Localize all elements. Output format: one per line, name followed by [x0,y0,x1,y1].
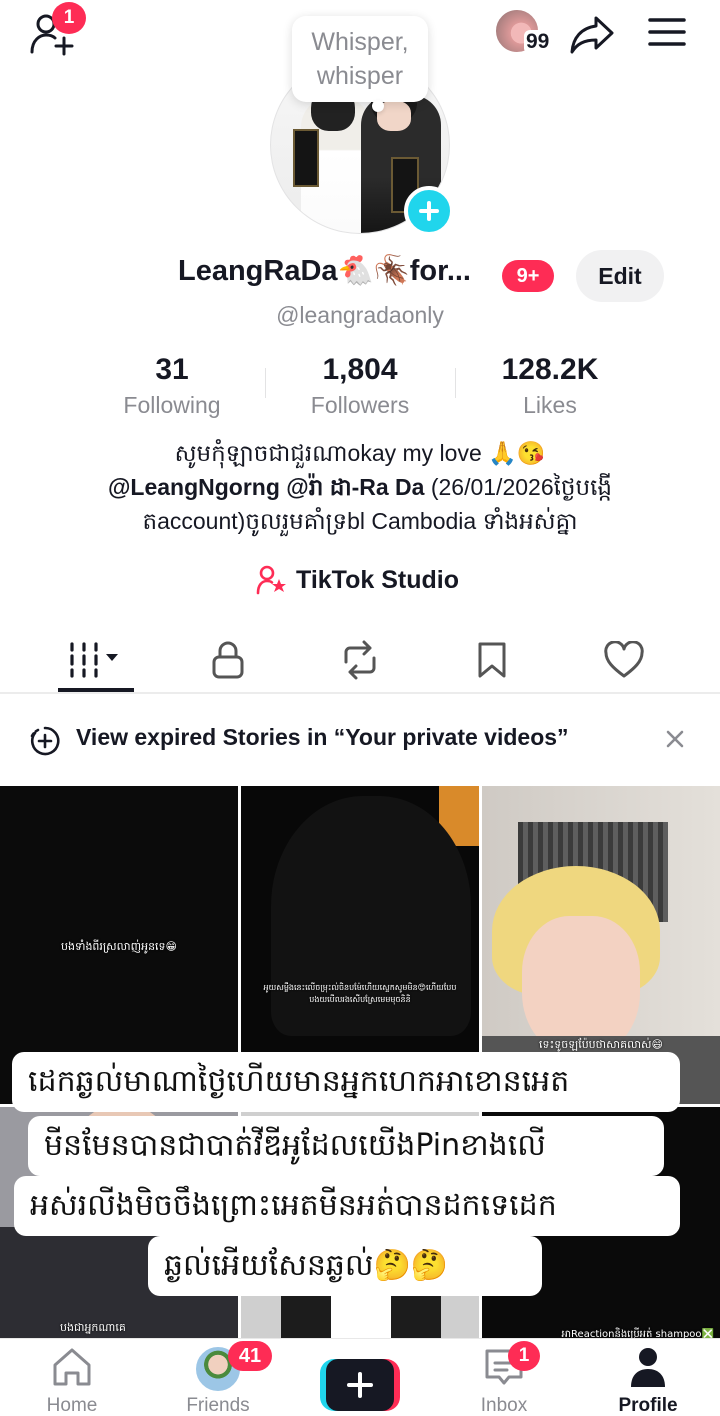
creator-star-icon [256,565,286,595]
home-icon [53,1348,91,1386]
video-caption: អូយសម្លឹងនេះលើចម្រុះល់ចិនបម៉ែហើយស្ទេកសូម… [263,983,457,1004]
profile-tabs [0,622,720,694]
nav-profile-label: Profile [618,1395,678,1416]
expired-stories-banner[interactable]: View expired Stories in “Your private vi… [0,696,720,786]
followers-label: Followers [310,392,410,418]
menu-button[interactable] [646,14,688,50]
plus-icon [326,1359,394,1411]
following-count: 31 [155,353,189,386]
stat-following[interactable]: 31 Following [82,352,262,420]
profile-viewers-count: 99 [524,30,552,54]
share-button[interactable] [568,12,616,56]
nav-friends[interactable]: 41 Friends [158,1339,278,1416]
profile-note-text: Whisper, whisper [311,28,409,90]
add-story-button[interactable] [404,186,454,236]
friends-badge: 41 [228,1341,272,1371]
profile-icon [631,1348,665,1387]
tab-private[interactable] [188,632,268,688]
likes-count: 128.2K [501,353,599,386]
bio-text: (26/01/2026ថ្ងៃបង្កើ [424,474,613,500]
display-name: LeangRaDa🐔🪳for... [178,255,471,287]
bio-line: សូមកុំឡាចជាជួរណាokay my love 🙏😘 [174,440,546,466]
bio-line: តaccount)ចូលរួមគាំទ្រbl Cambodia ទាំងអស់… [142,508,578,534]
inbox-badge: 1 [508,1341,540,1371]
bottom-navigation: Home 41 Friends 1 Inbox Profile [0,1338,720,1416]
bio-mentions[interactable]: @LeangNgorng @រ៉ា ដា-Ra Da [108,474,424,500]
lock-icon [212,641,244,679]
heart-icon [604,641,644,678]
nav-home-label: Home [46,1395,98,1416]
grid-columns-icon [70,642,118,678]
add-friend-button[interactable]: 1 [28,2,86,56]
name-badge[interactable]: 9+ [502,260,554,292]
active-tab-indicator [58,688,134,692]
hamburger-menu-icon [648,18,686,46]
note-bubble-tail [372,100,384,112]
create-button[interactable] [320,1359,400,1411]
bookmark-icon [478,642,506,678]
overlay-line: ឆ្ងល់អើយសែនឆ្ងល់🤔🤔 [148,1236,542,1296]
banner-text: View expired Stories in “Your private vi… [76,724,569,750]
tab-liked[interactable] [584,632,664,688]
edit-profile-button[interactable]: Edit [576,250,664,302]
repost-icon [344,640,376,680]
nav-inbox[interactable]: 1 Inbox [444,1339,564,1416]
profile-note-bubble[interactable]: Whisper, whisper [292,16,428,102]
tiktok-studio-link[interactable]: TikTok Studio [256,560,459,600]
overlay-line: អស់រលីងមិចចឹងព្រោះអេតមីនអត់បានដកទេដេក [14,1176,680,1236]
username: @leangradaonly [276,302,444,328]
following-label: Following [123,392,221,418]
stat-likes[interactable]: 128.2K Likes [460,352,640,420]
followers-count: 1,804 [322,353,398,386]
overlay-line: ដេកឆ្ងល់មាណាថ្ងៃហើយមានអ្នកហេកអាខោនអេត [12,1052,680,1112]
nav-home[interactable]: Home [12,1339,132,1416]
nav-friends-label: Friends [186,1395,250,1416]
overlay-line: មីនមែនបានជាបាត់វីឌីអូដែលយើងPinខាងលើ [28,1116,664,1176]
tab-videos[interactable] [56,632,136,688]
likes-label: Likes [523,392,577,418]
nav-profile[interactable]: Profile [588,1339,708,1416]
notification-badge: 1 [52,2,86,34]
tab-favorites[interactable] [452,632,532,688]
video-caption: អាReactionនិងប្រើអត់ shampoo❎ [561,1329,714,1338]
nav-inbox-label: Inbox [480,1395,528,1416]
tiktok-studio-label: TikTok Studio [296,565,459,594]
close-icon[interactable] [662,726,688,752]
share-icon [570,16,614,54]
tab-reposts[interactable] [320,632,400,688]
video-caption: បងជាអ្នកណាគេ [60,1321,126,1334]
profile-bio: សូមកុំឡាចជាជួរណាokay my love 🙏😘 @LeangNg… [40,436,680,538]
stat-divider [265,368,266,398]
video-caption: បងទាំងពីរស្រលាញ់អូនទេ😁 [61,940,177,953]
bio-line: @LeangNgorng @រ៉ា ដា-Ra Da (26/01/2026ថ្… [40,470,680,504]
stat-divider [455,368,456,398]
stat-followers[interactable]: 1,804 Followers [270,352,450,420]
story-plus-icon [30,726,60,756]
